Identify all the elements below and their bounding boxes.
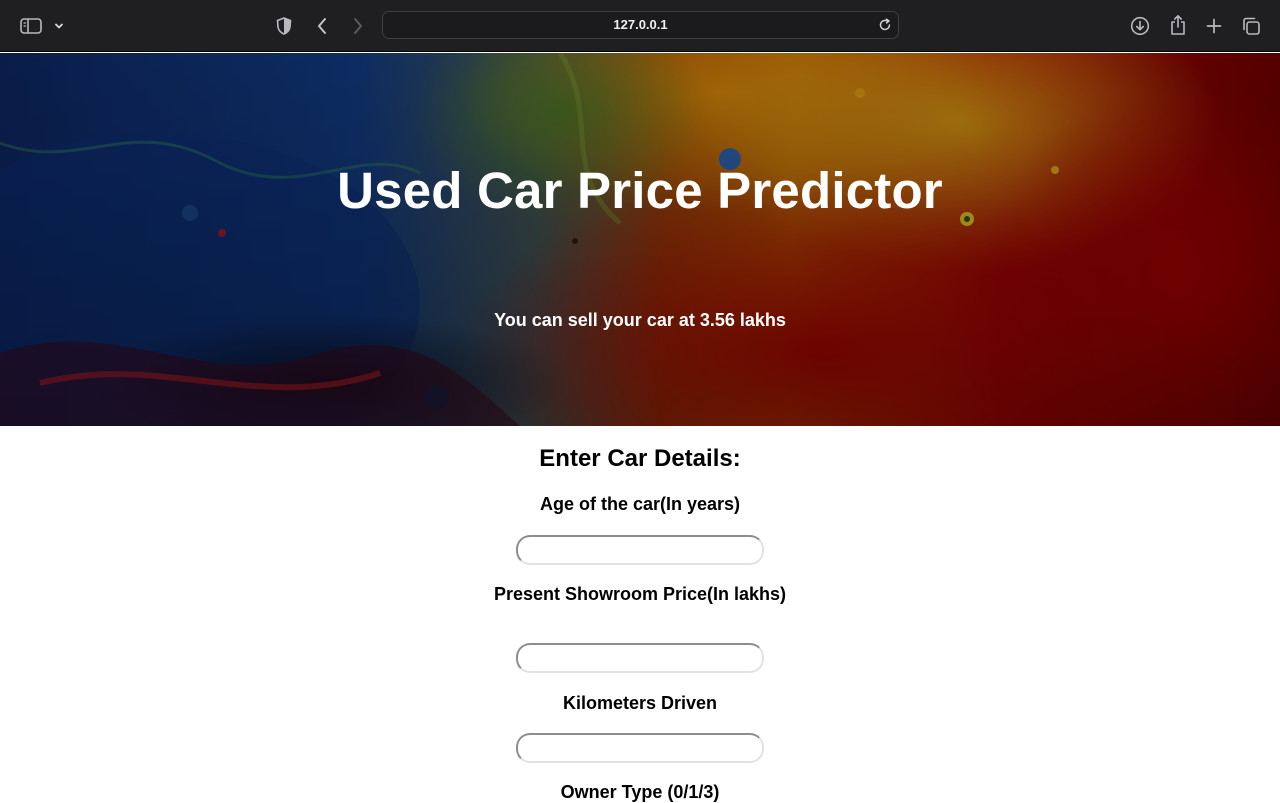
back-arrow-icon[interactable] xyxy=(312,15,332,37)
address-bar[interactable]: 127.0.0.1 xyxy=(382,11,899,39)
sidebar-icon[interactable] xyxy=(18,15,44,37)
hero-banner: Used Car Price Predictor You can sell yo… xyxy=(0,53,1280,426)
prediction-result: You can sell your car at 3.56 lakhs xyxy=(494,310,786,330)
reload-icon[interactable] xyxy=(877,17,893,33)
age-label: Age of the car(In years) xyxy=(539,494,741,514)
forward-arrow-icon[interactable] xyxy=(348,15,368,37)
plus-icon[interactable] xyxy=(1203,15,1225,37)
showroom-price-input[interactable] xyxy=(516,643,764,673)
browser-toolbar: 127.0.0.1 xyxy=(0,0,1280,52)
age-input[interactable] xyxy=(516,535,764,565)
page-title: Used Car Price Predictor xyxy=(337,162,943,219)
tab-overview-icon[interactable] xyxy=(1240,15,1262,37)
kilometers-label: Kilometers Driven xyxy=(562,693,718,713)
chevron-down-icon[interactable] xyxy=(52,18,66,34)
showroom-price-label: Present Showroom Price(In lakhs) xyxy=(493,584,787,604)
kilometers-input[interactable] xyxy=(516,733,764,763)
share-icon[interactable] xyxy=(1167,13,1189,37)
form-heading: Enter Car Details: xyxy=(539,445,741,472)
download-icon[interactable] xyxy=(1129,15,1151,37)
privacy-shield-icon[interactable] xyxy=(274,15,294,37)
address-url: 127.0.0.1 xyxy=(613,17,668,32)
hero-background-image xyxy=(0,53,1280,426)
